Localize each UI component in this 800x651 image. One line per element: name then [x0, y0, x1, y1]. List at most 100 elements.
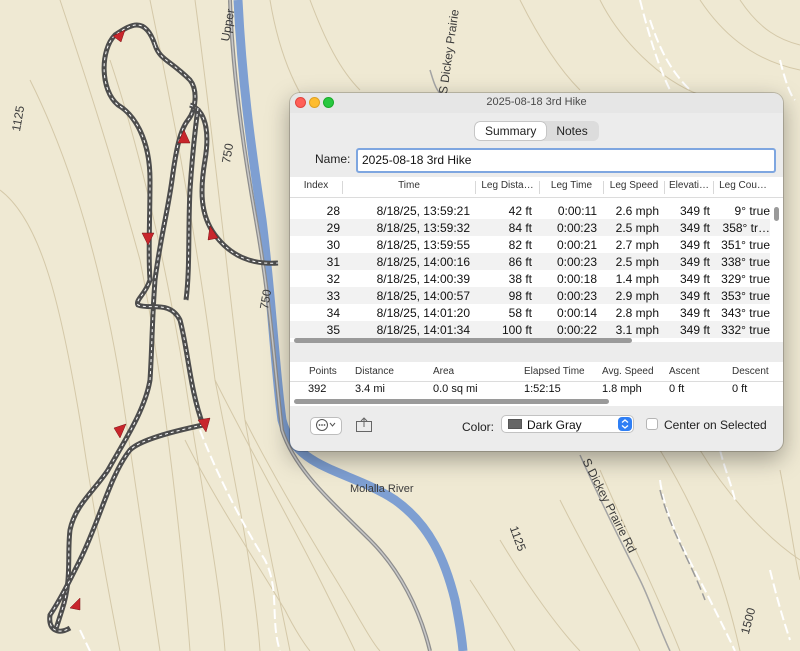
table-cell: 0:00:22	[556, 323, 597, 337]
summary-header-avg-speed[interactable]: Avg. Speed	[602, 366, 654, 377]
table-cell: 8/18/25, 14:01:20	[376, 306, 470, 320]
table-cell: 349 ft	[679, 306, 710, 320]
table-cell: 1.4 mph	[615, 272, 659, 286]
table-cell: 2.5 mph	[615, 255, 659, 269]
table-cell: 31	[326, 255, 340, 269]
table-row[interactable]: 33 8/18/25, 14:00:57 98 ft 0:00:23 2.9 mph 34…	[290, 287, 770, 304]
table-cell: 34	[326, 306, 340, 320]
table-cell: 349 ft	[679, 255, 710, 269]
summary-value-avg-speed: 1.8 mph	[602, 383, 642, 395]
summary-header-elapsed-time[interactable]: Elapsed Time	[524, 366, 585, 377]
table-cell: 2.7 mph	[615, 238, 659, 252]
table-row[interactable]: 34 8/18/25, 14:01:20 58 ft 0:00:14 2.8 mph 34…	[290, 304, 770, 321]
table-cell: 33	[326, 289, 340, 303]
table-cell: 2.5 mph	[615, 221, 659, 235]
share-button[interactable]	[355, 417, 373, 433]
table-cell: 349 ft	[679, 272, 710, 286]
summary-header-area[interactable]: Area	[433, 366, 454, 377]
table-cell: 3.1 mph	[615, 323, 659, 337]
summary-value-ascent: 0 ft	[669, 383, 685, 395]
table-cell: 0:00:21	[556, 238, 597, 252]
column-header-leg-distance[interactable]: Leg Dista…	[476, 180, 539, 191]
table-row[interactable]: 29 8/18/25, 13:59:32 84 ft 0:00:23 2.5 mph 34…	[290, 219, 770, 236]
bottom-toolbar: Color: Dark Gray Center on Selected	[290, 406, 783, 451]
summary-value-distance: 3.4 mi	[355, 383, 385, 395]
table-cell: 0:00:23	[556, 221, 597, 235]
summary-table-header: Points Distance Area Elapsed Time Avg. S…	[290, 362, 783, 382]
track-inspector-window: 2025-08-18 3rd Hike Summary Notes Name: …	[290, 93, 783, 451]
table-cell: 8/18/25, 13:59:55	[376, 238, 470, 252]
table-cell: 332° true	[721, 323, 770, 337]
summary-header-points[interactable]: Points	[309, 366, 337, 377]
table-cell: 8/18/25, 14:00:57	[376, 289, 470, 303]
color-selected-value: Dark Gray	[527, 418, 582, 432]
table-cell: 35	[326, 323, 340, 337]
table-cell: 358° tr…	[722, 221, 770, 235]
table-cell: 2.9 mph	[615, 289, 659, 303]
table-cell: 351° true	[721, 238, 770, 252]
summary-header-distance[interactable]: Distance	[355, 366, 394, 377]
column-header-leg-speed[interactable]: Leg Speed	[604, 180, 664, 191]
table-cell: 2.6 mph	[615, 204, 659, 218]
table-row[interactable]: 30 8/18/25, 13:59:55 82 ft 0:00:21 2.7 mph 34…	[290, 236, 770, 253]
column-header-leg-time[interactable]: Leg Time	[540, 180, 603, 191]
points-table-header: Index Time Leg Dista… Leg Time Leg Speed…	[290, 177, 783, 198]
summary-table-horizontal-scrollbar[interactable]	[294, 399, 609, 404]
table-cell: 28	[326, 204, 340, 218]
table-cell: 353° true	[721, 289, 770, 303]
table-cell: 86 ft	[508, 255, 532, 269]
table-cell: 8/18/25, 14:00:16	[376, 255, 470, 269]
table-cell: 100 ft	[501, 323, 532, 337]
table-cell: 29	[326, 221, 340, 235]
points-table[interactable]: Index Time Leg Dista… Leg Time Leg Speed…	[290, 177, 783, 343]
center-on-selected-checkbox[interactable]	[646, 418, 658, 430]
table-cell: 30	[326, 238, 340, 252]
column-header-index[interactable]: Index	[290, 180, 342, 191]
table-cell: 84 ft	[508, 221, 532, 235]
table-cell: 0:00:11	[557, 204, 597, 218]
name-field[interactable]: 2025-08-18 3rd Hike	[356, 148, 776, 173]
table-cell: 338° true	[721, 255, 770, 269]
summary-value-area: 0.0 sq mi	[433, 383, 478, 395]
table-cell: 2.8 mph	[615, 306, 659, 320]
table-cell: 349 ft	[679, 204, 710, 218]
table-row[interactable]: 32 8/18/25, 14:00:39 38 ft 0:00:18 1.4 mph 34…	[290, 270, 770, 287]
column-header-time[interactable]: Time	[343, 180, 475, 191]
table-cell: 82 ft	[508, 238, 532, 252]
summary-value-elapsed-time: 1:52:15	[524, 383, 561, 395]
tab-summary[interactable]: Summary	[475, 122, 547, 140]
table-cell: 349 ft	[679, 289, 710, 303]
summary-header-descent[interactable]: Descent	[732, 366, 769, 377]
column-header-elevation[interactable]: Elevati…	[665, 180, 713, 191]
summary-table[interactable]: Points Distance Area Elapsed Time Avg. S…	[290, 362, 783, 406]
column-header-leg-course[interactable]: Leg Cou…	[714, 180, 772, 191]
center-on-selected-label: Center on Selected	[664, 418, 767, 432]
window-title: 2025-08-18 3rd Hike	[486, 96, 587, 108]
summary-value-descent: 0 ft	[732, 383, 748, 395]
points-table-horizontal-scrollbar[interactable]	[294, 338, 632, 343]
color-popup-button[interactable]: Dark Gray	[501, 415, 634, 433]
table-cell: 0:00:14	[556, 306, 597, 320]
table-cell: 0:00:23	[556, 255, 597, 269]
table-cell: 98 ft	[508, 289, 532, 303]
tab-segmented-control: Summary Notes	[474, 121, 599, 141]
actions-menu-button[interactable]	[310, 417, 342, 435]
table-cell: 349 ft	[679, 323, 710, 337]
table-row[interactable]: 31 8/18/25, 14:00:16 86 ft 0:00:23 2.5 mph 34…	[290, 253, 770, 270]
ellipsis-circle-icon	[316, 419, 336, 431]
points-table-vertical-scrollbar[interactable]	[774, 207, 779, 221]
table-row[interactable]: 35 8/18/25, 14:01:34 100 ft 0:00:22 3.1 mph 3…	[290, 321, 770, 338]
tab-notes[interactable]: Notes	[546, 122, 597, 140]
table-cell: 349 ft	[679, 221, 710, 235]
title-bar[interactable]: 2025-08-18 3rd Hike	[290, 93, 783, 113]
summary-value-points: 392	[308, 383, 327, 395]
table-cell: 0:00:18	[556, 272, 597, 286]
table-cell: 343° true	[721, 306, 770, 320]
table-cell: 8/18/25, 14:00:39	[376, 272, 470, 286]
table-cell: 8/18/25, 14:01:34	[376, 323, 470, 337]
share-icon	[356, 417, 372, 432]
table-cell: 8/18/25, 13:59:32	[376, 221, 470, 235]
summary-header-ascent[interactable]: Ascent	[669, 366, 700, 377]
table-cell: 38 ft	[508, 272, 532, 286]
table-row[interactable]: 28 8/18/25, 13:59:21 42 ft 0:00:11 2.6 mph 34…	[290, 202, 770, 219]
